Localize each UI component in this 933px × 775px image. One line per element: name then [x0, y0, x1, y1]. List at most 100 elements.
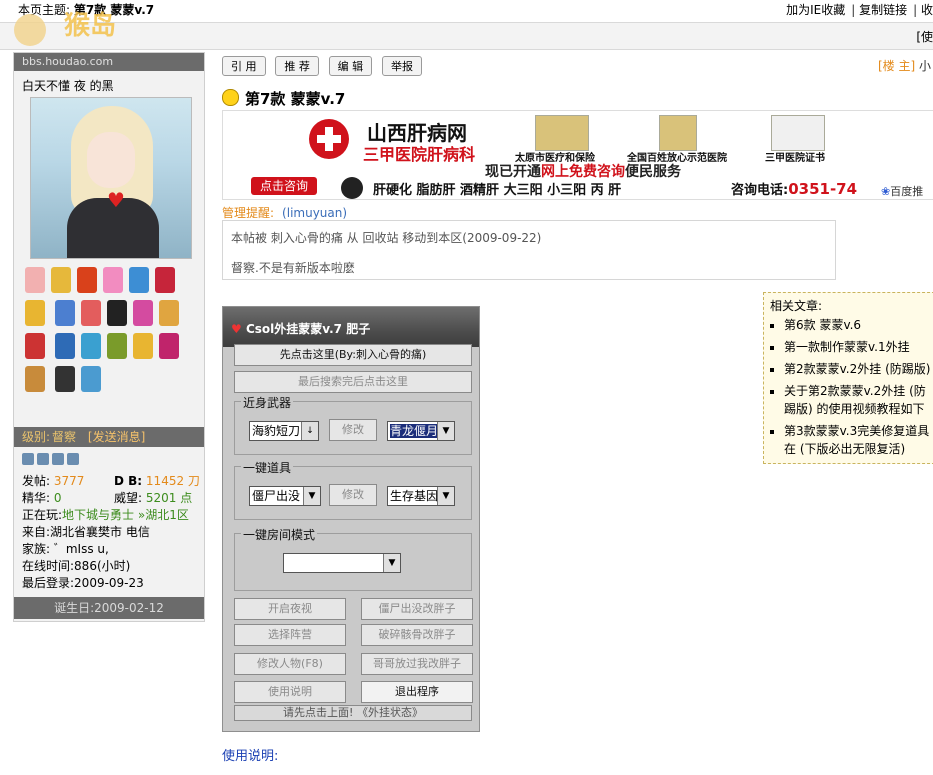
melee-select[interactable]: 海豹短刀 ↓: [249, 421, 319, 441]
prestige-label: 威望:: [114, 491, 143, 505]
related-item[interactable]: 关于第2款蒙蒙v.2外挂 (防踢版) 的使用视频教程如下: [784, 382, 933, 418]
brother-fat-button[interactable]: 哥哥放过我改胖子: [361, 653, 473, 675]
modify-character-button[interactable]: 修改人物(F8): [234, 653, 346, 675]
service-red: 网上免费咨询: [541, 164, 625, 180]
medal-icon[interactable]: [106, 300, 127, 326]
post-actions: 引 用 推 荐 编 辑 举报: [222, 56, 428, 76]
medal-icon[interactable]: [80, 366, 101, 392]
medal-icon[interactable]: [25, 267, 45, 293]
profile-icon[interactable]: [22, 453, 34, 465]
melee-target-select[interactable]: 青龙偃月刀 ▼: [387, 421, 455, 441]
baidu-label: ❀百度推: [881, 183, 923, 199]
chevron-down-icon: ▼: [303, 487, 320, 505]
room-select[interactable]: ▼: [283, 553, 401, 573]
tool-title-text: Csol外挂蒙蒙v.7 肥子: [245, 322, 371, 336]
floor-extra: 小: [919, 59, 932, 73]
sub-bar-right[interactable]: [使: [916, 28, 933, 45]
add-favorite-link[interactable]: 加为IE收藏: [786, 3, 845, 17]
modify-button[interactable]: 修改: [329, 419, 377, 441]
related-link[interactable]: 第3款蒙蒙v.3完美修复道具在 (下版必出无限复活): [784, 424, 929, 456]
avatar[interactable]: ♥: [30, 97, 192, 259]
medal-icon[interactable]: [77, 267, 97, 293]
db-label: D B:: [114, 474, 143, 488]
item-group: 一键道具 僵尸出没 ▼ 修改 生存基因 ▼: [234, 459, 472, 520]
consult-button[interactable]: 点击咨询: [251, 177, 317, 195]
related-item[interactable]: 第6款 蒙蒙v.6: [784, 316, 933, 334]
notice-user[interactable]: (limuyuan): [282, 206, 347, 220]
medal-icon[interactable]: [25, 333, 45, 359]
choose-camp-button[interactable]: 选择阵营: [234, 624, 346, 646]
medal-icon[interactable]: [132, 333, 153, 359]
medal-icon[interactable]: [158, 333, 179, 359]
playing-value[interactable]: 地下城与勇士 »湖北1区: [62, 508, 189, 522]
medal-icon[interactable]: [54, 333, 75, 359]
related-item[interactable]: 第一款制作蒙蒙v.1外挂: [784, 338, 933, 356]
exit-button[interactable]: 退出程序: [361, 681, 473, 703]
separator: |: [851, 3, 856, 17]
playing-label: 正在玩:: [22, 508, 63, 522]
certificate-image: [659, 115, 697, 151]
username[interactable]: 白天不懂 夜 的黑: [14, 71, 204, 96]
medal-icon[interactable]: [106, 333, 127, 359]
collect-link[interactable]: 收: [921, 3, 933, 17]
medal-icon[interactable]: [129, 267, 149, 293]
admin-notice-box: 本帖被 刺入心骨的痛 从 回收站 移动到本区(2009-09-22) 督察.不是…: [222, 220, 836, 280]
heart-icon: ♥: [107, 188, 125, 212]
floor-label[interactable]: [楼 主]: [878, 59, 915, 73]
level-label: 级别:: [22, 430, 51, 444]
notice-label: 管理提醒:: [222, 206, 275, 220]
skeleton-fat-button[interactable]: 破碎骸骨改胖子: [361, 624, 473, 646]
chevron-down-icon: ▼: [437, 487, 454, 505]
medal-icon[interactable]: [132, 300, 153, 326]
modify-button[interactable]: 修改: [329, 484, 377, 506]
ad-banner[interactable]: 山西肝病网 三甲医院肝病科 太原市医疗和保险 全国百姓放心示范医院 三甲医院证书…: [222, 110, 933, 200]
first-click-button[interactable]: 先点击这里(By:刺入心骨的痛): [234, 344, 472, 366]
medal-icon[interactable]: [25, 300, 45, 326]
avatar-face: [87, 132, 135, 188]
medal-icon[interactable]: [54, 366, 75, 392]
elite-value: 0: [53, 491, 62, 505]
related-link[interactable]: 第2款蒙蒙v.2外挂 (防踢版): [784, 362, 930, 376]
medal-icon[interactable]: [54, 300, 75, 326]
doc-icon[interactable]: [37, 453, 49, 465]
night-vision-button[interactable]: 开启夜视: [234, 598, 346, 620]
qq-icon[interactable]: [341, 177, 363, 199]
medal-icon[interactable]: [80, 300, 101, 326]
medal-icon[interactable]: [51, 267, 71, 293]
send-message-link[interactable]: [发送消息]: [88, 430, 145, 444]
level-bar: 级别: 督察 [发送消息]: [14, 427, 204, 447]
medal-icon[interactable]: [80, 333, 101, 359]
medal-icon[interactable]: [158, 300, 179, 326]
service-suffix: 便民服务: [625, 164, 681, 180]
related-articles: 相关文章: 第6款 蒙蒙v.6 第一款制作蒙蒙v.1外挂 第2款蒙蒙v.2外挂 …: [763, 292, 933, 464]
tool-title: ♥ Csol外挂蒙蒙v.7 肥子: [231, 320, 370, 337]
logo-text: 猴岛: [64, 10, 116, 41]
quote-button[interactable]: 引 用: [222, 56, 266, 76]
zombie-fat-button[interactable]: 僵尸出没改胖子: [361, 598, 473, 620]
copy-link-link[interactable]: 复制链接: [859, 3, 907, 17]
posts-label: 发帖:: [22, 474, 51, 488]
recommend-button[interactable]: 推 荐: [275, 56, 319, 76]
related-item[interactable]: 第2款蒙蒙v.2外挂 (防踢版): [784, 360, 933, 378]
medal-icon[interactable]: [25, 366, 45, 392]
item-target-value: 生存基因: [390, 489, 439, 503]
item-select[interactable]: 僵尸出没 ▼: [249, 486, 321, 506]
medal-icon[interactable]: [155, 267, 175, 293]
last-click-button[interactable]: 最后搜索完后点击这里: [234, 371, 472, 393]
item-target-select[interactable]: 生存基因 ▼: [387, 486, 455, 506]
medal-icon[interactable]: [103, 267, 123, 293]
paw-icon: ❀: [881, 185, 891, 198]
users-icon[interactable]: [52, 453, 64, 465]
ad-phone: 咨询电话:0351-74: [731, 179, 857, 198]
related-link[interactable]: 关于第2款蒙蒙v.2外挂 (防踢版) 的使用视频教程如下: [784, 384, 926, 416]
related-item[interactable]: 第3款蒙蒙v.3完美修复道具在 (下版必出无限复活): [784, 422, 933, 458]
edit-button[interactable]: 编 辑: [328, 56, 373, 76]
profile-icons: [22, 453, 102, 467]
chevron-down-icon: ▼: [437, 422, 454, 440]
related-link[interactable]: 第一款制作蒙蒙v.1外挂: [784, 340, 910, 354]
mail-icon[interactable]: [67, 453, 79, 465]
user-stats: 发帖: 3777 D B: 11452 刀 精华: 0 威望: 5201 点 正在玩…: [22, 473, 202, 592]
related-link[interactable]: 第6款 蒙蒙v.6: [784, 318, 861, 332]
report-button[interactable]: 举报: [381, 56, 422, 76]
manual-button[interactable]: 使用说明: [234, 681, 346, 703]
